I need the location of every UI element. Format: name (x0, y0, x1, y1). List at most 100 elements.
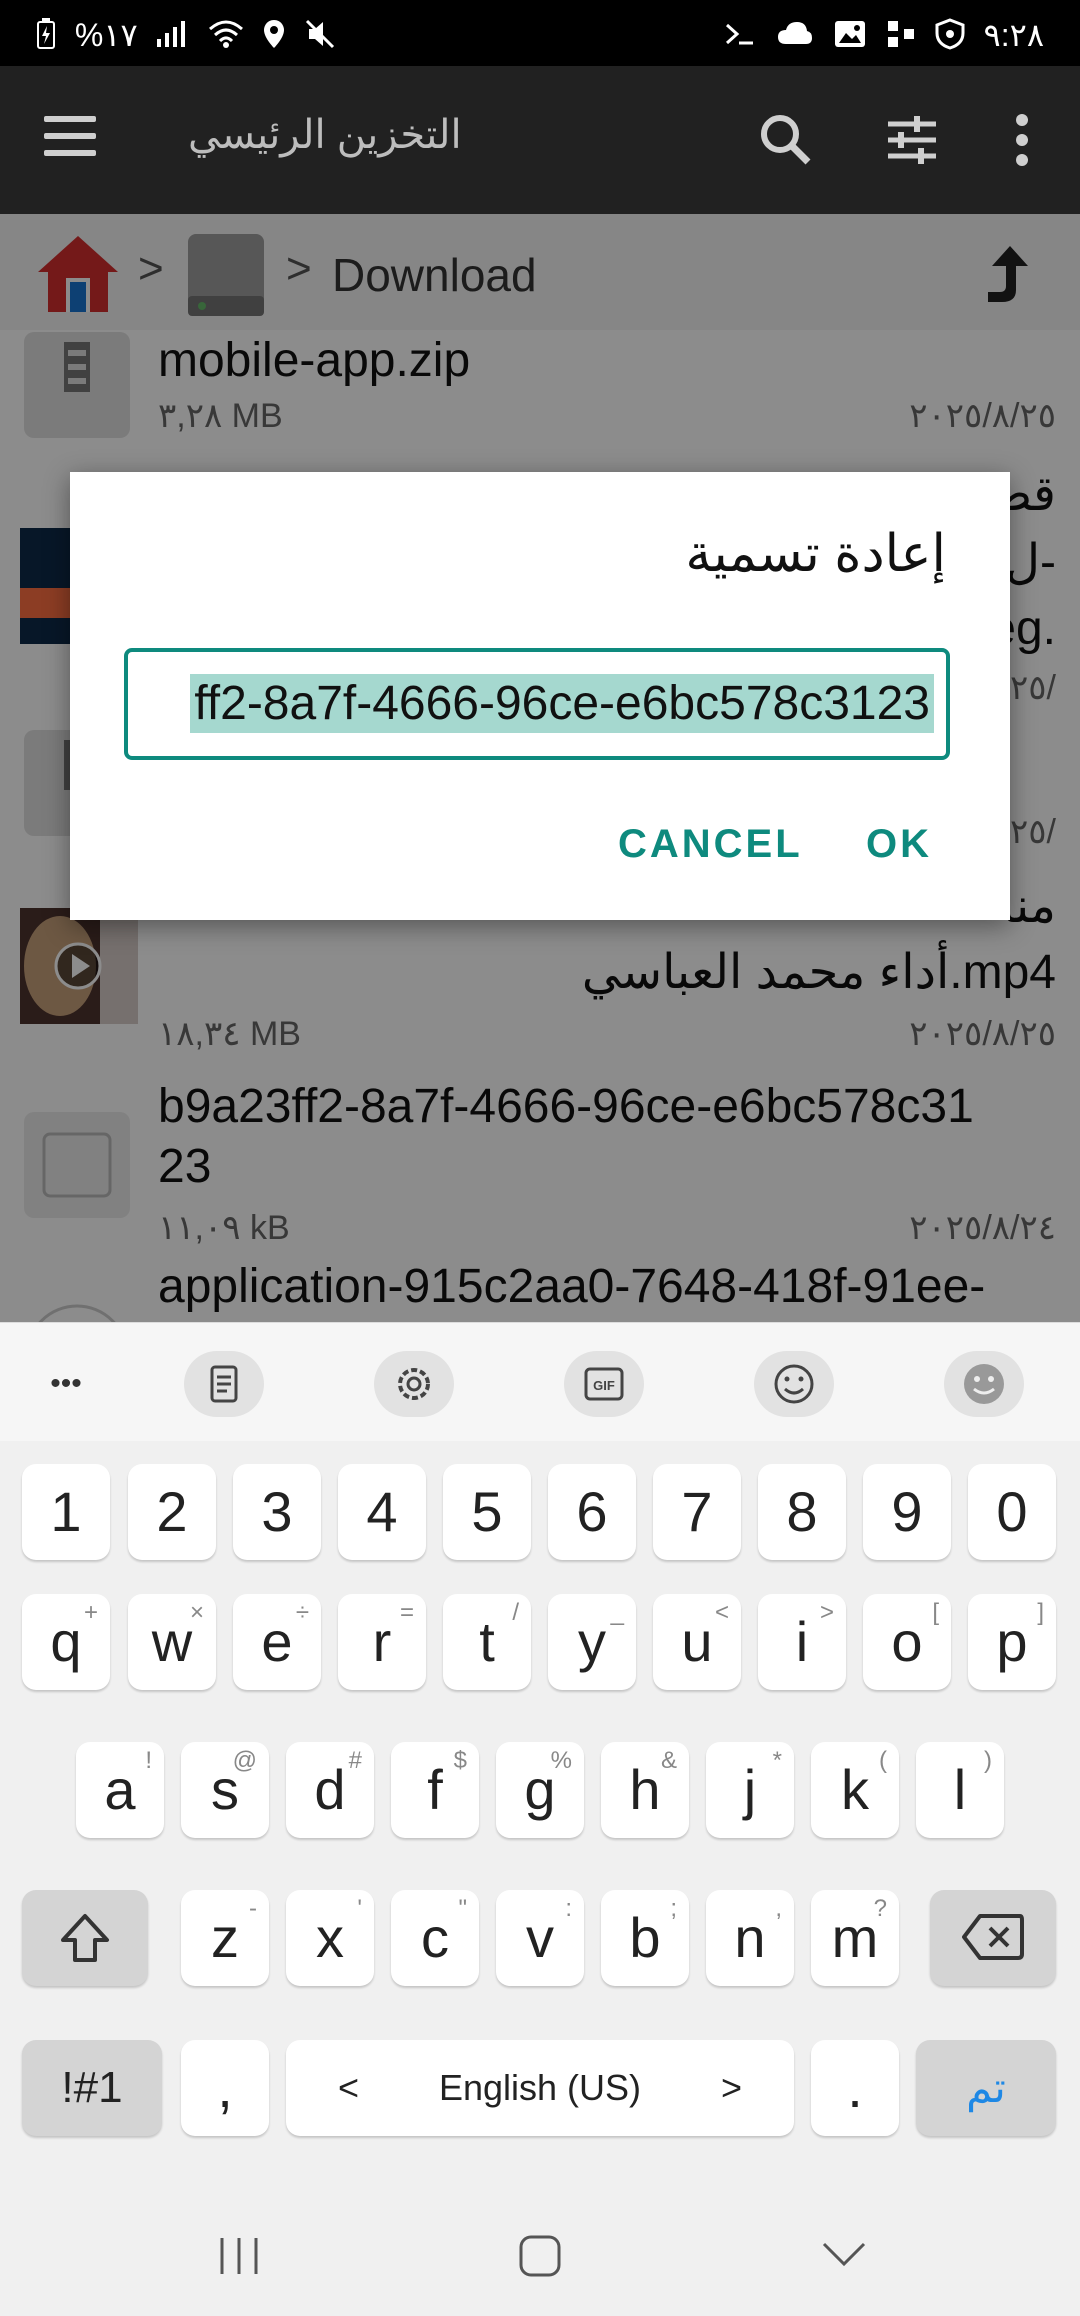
key-i[interactable]: > i (758, 1594, 846, 1690)
key-8[interactable]: 8 (758, 1464, 846, 1560)
key-t[interactable]: / t (443, 1594, 531, 1690)
ok-button[interactable]: OK (866, 822, 932, 867)
key-label: m (831, 1906, 879, 1969)
key-n[interactable]: ,n (706, 1890, 794, 1986)
key-b[interactable]: ; b (601, 1890, 689, 1986)
battery-percent: %١٧ (74, 17, 138, 53)
key-x[interactable]: ' x (286, 1890, 374, 1986)
recent-apps-icon[interactable] (216, 2236, 262, 2281)
key-v[interactable]: :v (496, 1890, 584, 1986)
key-0[interactable]: 0 (968, 1464, 1056, 1560)
key-sup: _ (610, 1599, 624, 1626)
key-g[interactable]: % g (496, 1742, 584, 1838)
search-icon[interactable] (756, 110, 816, 170)
shield-icon (935, 17, 965, 58)
hide-keyboard-icon[interactable] (820, 2240, 868, 2275)
key-j[interactable]: * j (706, 1742, 794, 1838)
key-3[interactable]: 3 (233, 1464, 321, 1560)
language-left-arrow[interactable]: < (338, 2040, 359, 2136)
key-e[interactable]: ÷ e (233, 1594, 321, 1690)
period-key[interactable]: . (811, 2040, 899, 2136)
space-key[interactable]: < English (US) > (286, 2040, 794, 2136)
key-sup: , (775, 1895, 782, 1922)
key-label: n (734, 1906, 766, 1969)
language-right-arrow[interactable]: > (721, 2040, 742, 2136)
signal-icon (155, 19, 189, 57)
gif-icon[interactable]: GIF (564, 1351, 644, 1417)
image-icon (833, 19, 867, 57)
key-s[interactable]: @ s (181, 1742, 269, 1838)
key-label: w (151, 1610, 193, 1673)
key-sup: ) (984, 1747, 992, 1774)
key-6[interactable]: 6 (548, 1464, 636, 1560)
settings-gear-icon[interactable] (374, 1351, 454, 1417)
backspace-icon (962, 1914, 1024, 1960)
rename-input-selected-text[interactable]: ff2-8a7f-4666-96ce-e6bc578c3123 (190, 674, 934, 733)
key-o[interactable]: [o (863, 1594, 951, 1690)
key-sup: ÷ (295, 1599, 309, 1626)
key-r[interactable]: = r (338, 1594, 426, 1690)
key-a[interactable]: ! a (76, 1742, 164, 1838)
key-h[interactable]: & h (601, 1742, 689, 1838)
key-p[interactable]: ] p (968, 1594, 1056, 1690)
key-sup: + (83, 1599, 98, 1626)
home-nav-icon[interactable] (518, 2234, 562, 2283)
key-sup: - (249, 1895, 257, 1922)
key-q[interactable]: + q (22, 1594, 110, 1690)
rename-dialog: إعادة تسمية ff2-8a7f-4666-96ce-e6bc578c3… (70, 472, 1010, 920)
backspace-key[interactable] (930, 1890, 1056, 1986)
menu-icon[interactable] (44, 116, 96, 167)
key-d[interactable]: # d (286, 1742, 374, 1838)
key-f[interactable]: $ f (391, 1742, 479, 1838)
key-z[interactable]: -z (181, 1890, 269, 1986)
shift-icon (61, 1914, 109, 1962)
wifi-icon (208, 19, 244, 57)
key-label: h (629, 1758, 661, 1821)
key-7[interactable]: 7 (653, 1464, 741, 1560)
key-label: k (841, 1758, 869, 1821)
key-l[interactable]: ) l (916, 1742, 1004, 1838)
key-2[interactable]: 2 (128, 1464, 216, 1560)
key-m[interactable]: ? m (811, 1890, 899, 1986)
comma-key[interactable]: , (181, 2040, 269, 2136)
sliders-icon[interactable] (882, 110, 942, 170)
key-label: q (50, 1610, 82, 1673)
key-sup: × (189, 1599, 204, 1626)
key-y[interactable]: _ y (548, 1594, 636, 1690)
key-c[interactable]: " c (391, 1890, 479, 1986)
key-label: y (578, 1610, 606, 1673)
more-options-button[interactable]: ••• (26, 1351, 106, 1417)
key-u[interactable]: < u (653, 1594, 741, 1690)
status-right: ٩:٢٨ (723, 16, 1044, 58)
key-1[interactable]: 1 (22, 1464, 110, 1560)
key-sup: ] (1037, 1599, 1044, 1626)
more-vert-icon[interactable] (992, 110, 1052, 170)
key-label: v (526, 1906, 554, 1969)
key-4[interactable]: 4 (338, 1464, 426, 1560)
key-sup: [ (932, 1599, 939, 1626)
clipboard-icon[interactable] (184, 1351, 264, 1417)
cancel-button[interactable]: CANCEL (618, 822, 803, 867)
key-sup: & (660, 1747, 677, 1774)
key-sup: % (550, 1747, 572, 1774)
rename-input[interactable]: ff2-8a7f-4666-96ce-e6bc578c3123 (124, 648, 950, 760)
shift-key[interactable] (22, 1890, 148, 1986)
key-k[interactable]: (k (811, 1742, 899, 1838)
storage-title: التخزين الرئيسي (188, 113, 462, 157)
symbols-key[interactable]: !#1 (22, 2040, 162, 2136)
key-label: b (629, 1906, 661, 1969)
key-sup: > (819, 1599, 834, 1626)
key-w[interactable]: × w (128, 1594, 216, 1690)
emoji-icon[interactable] (754, 1351, 834, 1417)
key-9[interactable]: 9 (863, 1464, 951, 1560)
key-label: p (996, 1610, 1028, 1673)
key-label: r (372, 1610, 392, 1673)
status-left: %١٧ (36, 16, 345, 58)
sticker-icon[interactable] (944, 1351, 1024, 1417)
key-sup: " (458, 1895, 467, 1922)
done-key[interactable]: تم (916, 2040, 1056, 2136)
space-language-label: English (US) (438, 2067, 642, 2108)
key-sup: $ (453, 1747, 467, 1774)
key-5[interactable]: 5 (443, 1464, 531, 1560)
cloud-icon (776, 19, 814, 56)
